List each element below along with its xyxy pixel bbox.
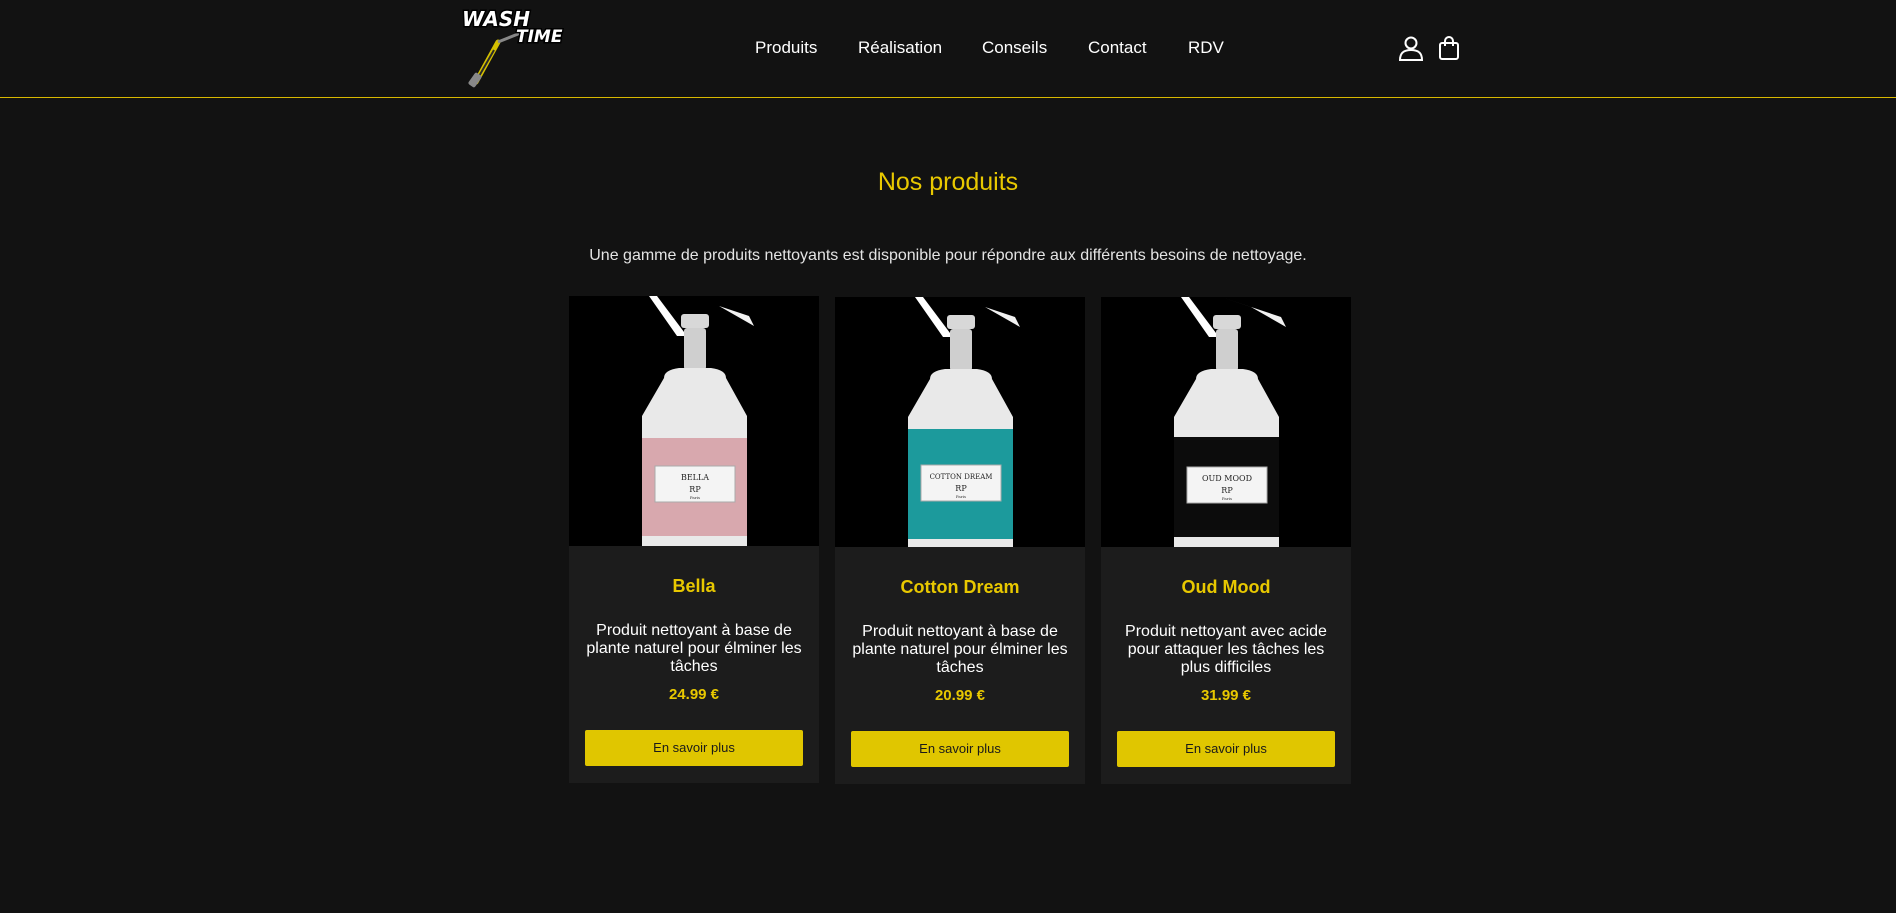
- product-card-bella: BELLA RP Paris Bella Produit nettoyant à…: [569, 296, 819, 783]
- product-price: 24.99 €: [668, 686, 720, 703]
- svg-text:RP: RP: [955, 484, 967, 493]
- product-price: 20.99 €: [934, 687, 986, 704]
- nav-link-rdv[interactable]: RDV: [1188, 38, 1224, 58]
- spray-bottle-image: OUD MOOD RP Paris: [1101, 297, 1351, 547]
- nav-link-produits[interactable]: Produits: [755, 38, 817, 58]
- svg-text:RP: RP: [689, 485, 701, 494]
- product-image[interactable]: BELLA RP Paris: [569, 296, 819, 546]
- user-icon[interactable]: [1397, 34, 1425, 62]
- product-image[interactable]: COTTON DREAM RP Paris: [835, 297, 1085, 547]
- product-description: Produit nettoyant à base de plante natur…: [852, 623, 1068, 676]
- product-image[interactable]: OUD MOOD RP Paris: [1101, 297, 1351, 547]
- product-name: Oud Mood: [1181, 577, 1271, 597]
- learn-more-button[interactable]: En savoir plus: [851, 731, 1069, 767]
- spray-bottle-image: BELLA RP Paris: [569, 296, 819, 546]
- spray-bottle-image: COTTON DREAM RP Paris: [835, 297, 1085, 547]
- product-card-oud-mood: OUD MOOD RP Paris Oud Mood Produit netto…: [1101, 297, 1351, 784]
- svg-text:Paris: Paris: [1222, 496, 1232, 501]
- svg-text:OUD MOOD: OUD MOOD: [1202, 474, 1252, 483]
- svg-text:RP: RP: [1221, 486, 1233, 495]
- svg-text:BELLA: BELLA: [681, 473, 709, 482]
- site-header: WASH TIME Produits Réalisation Conseils …: [0, 0, 1896, 98]
- nav-link-conseils[interactable]: Conseils: [982, 38, 1047, 58]
- page-subtitle: Une gamme de produits nettoyants est dis…: [589, 247, 1307, 264]
- nav-link-realisation[interactable]: Réalisation: [858, 38, 942, 58]
- learn-more-button[interactable]: En savoir plus: [1117, 731, 1335, 767]
- product-description: Produit nettoyant à base de plante natur…: [586, 622, 802, 675]
- main-nav: Produits Réalisation Conseils Contact RD…: [0, 38, 1896, 62]
- svg-text:Paris: Paris: [690, 495, 700, 500]
- shopping-bag-icon[interactable]: [1435, 34, 1463, 62]
- page-title: Nos produits: [877, 168, 1019, 196]
- learn-more-button[interactable]: En savoir plus: [585, 730, 803, 766]
- nav-link-contact[interactable]: Contact: [1088, 38, 1147, 58]
- svg-text:Paris: Paris: [956, 494, 966, 499]
- product-card-cotton-dream: COTTON DREAM RP Paris Cotton Dream Produ…: [835, 297, 1085, 784]
- product-price: 31.99 €: [1200, 687, 1252, 704]
- product-name: Cotton Dream: [900, 577, 1020, 597]
- product-name: Bella: [672, 576, 716, 596]
- product-description: Produit nettoyant avec acide pour attaqu…: [1125, 623, 1327, 676]
- svg-text:COTTON DREAM: COTTON DREAM: [930, 473, 993, 481]
